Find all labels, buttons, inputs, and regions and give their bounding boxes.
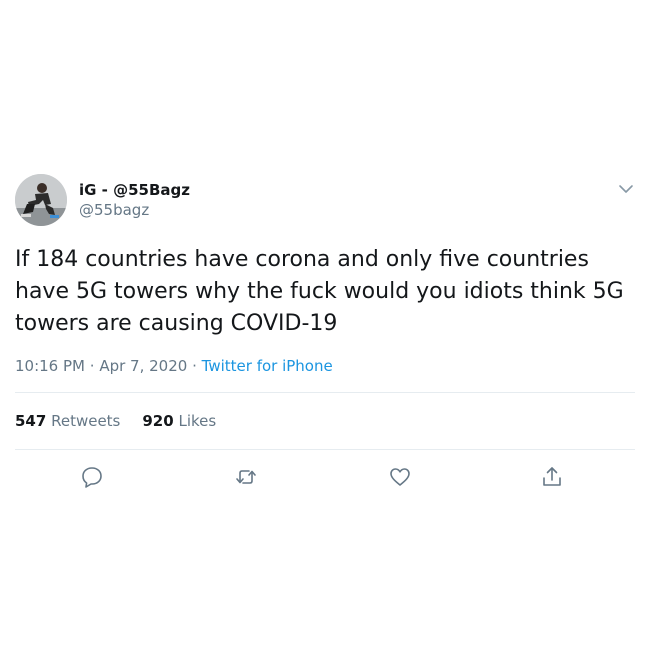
tweet-stats: 547 Retweets 920 Likes	[15, 393, 635, 449]
reply-button[interactable]	[79, 464, 105, 490]
likes-stat[interactable]: 920 Likes	[142, 412, 216, 430]
tweet-actions	[15, 450, 635, 506]
avatar-photo-icon	[15, 174, 67, 226]
heart-icon	[390, 468, 410, 486]
retweet-button[interactable]	[233, 464, 259, 490]
tweet-meta: 10:16 PM · Apr 7, 2020 · Twitter for iPh…	[15, 356, 635, 376]
share-button[interactable]	[539, 464, 565, 490]
more-options-button[interactable]	[617, 180, 635, 198]
tweet-header: iG - @55Bagz @55bagz	[15, 170, 635, 234]
retweets-count: 547	[15, 412, 47, 430]
reply-icon	[82, 467, 102, 488]
tweet-time[interactable]: 10:16 PM	[15, 357, 85, 375]
chevron-down-icon	[619, 185, 633, 193]
likes-count: 920	[142, 412, 174, 430]
tweet-source-link[interactable]: Twitter for iPhone	[202, 357, 333, 375]
tweet-date[interactable]: Apr 7, 2020	[99, 357, 187, 375]
retweets-stat[interactable]: 547 Retweets	[15, 412, 120, 430]
user-names: iG - @55Bagz @55bagz	[79, 180, 190, 220]
retweets-label: Retweets	[51, 412, 121, 430]
share-icon	[543, 467, 561, 486]
like-button[interactable]	[387, 464, 413, 490]
user-handle[interactable]: @55bagz	[79, 200, 190, 220]
display-name[interactable]: iG - @55Bagz	[79, 180, 190, 200]
tweet-text: If 184 countries have corona and only fi…	[15, 247, 624, 336]
meta-separator: ·	[192, 357, 197, 375]
page: iG - @55Bagz @55bagz If 184 countries ha…	[0, 0, 650, 650]
likes-label: Likes	[178, 412, 217, 430]
retweet-icon	[236, 470, 256, 484]
avatar[interactable]	[15, 174, 67, 226]
tweet: iG - @55Bagz @55bagz If 184 countries ha…	[15, 170, 635, 506]
meta-separator: ·	[89, 357, 95, 375]
